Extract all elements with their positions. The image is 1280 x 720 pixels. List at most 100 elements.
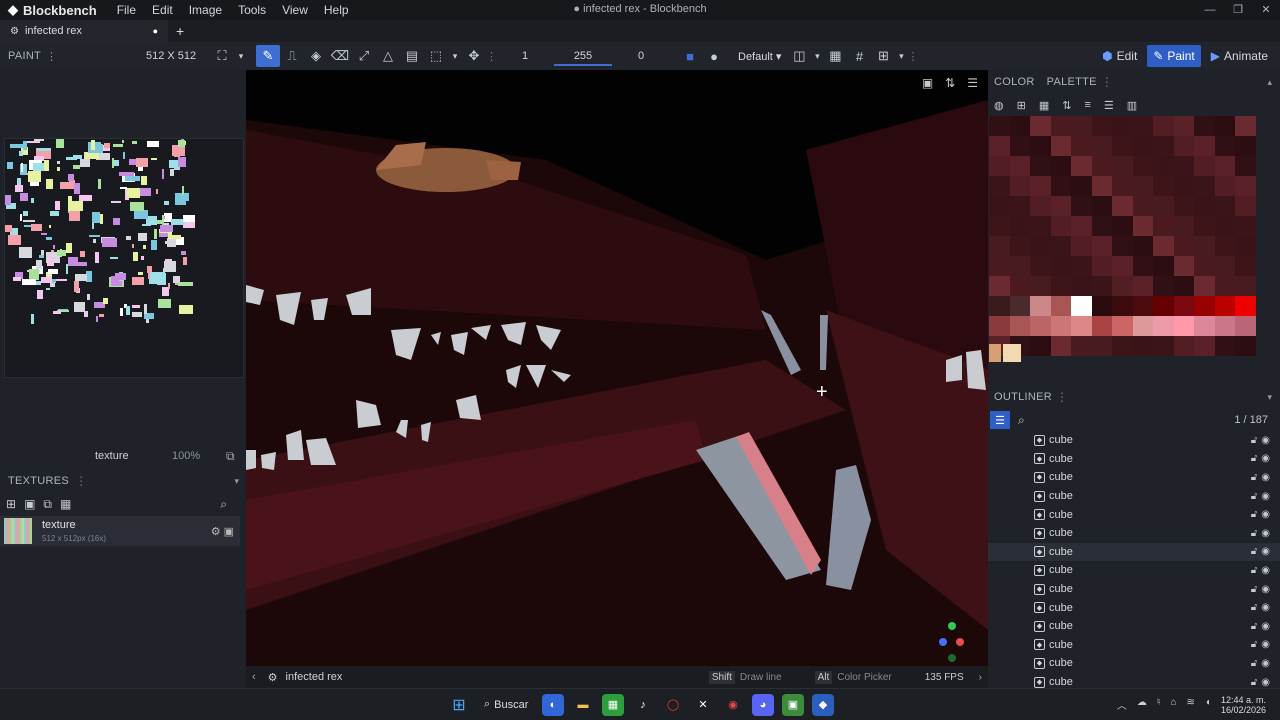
color-swatch[interactable] xyxy=(989,236,1010,256)
color-swatch[interactable] xyxy=(1030,116,1051,136)
add-color-icon[interactable]: ⊞ xyxy=(1017,99,1026,112)
brush-tool-icon[interactable]: ✎ xyxy=(256,45,280,67)
color-swatch[interactable] xyxy=(1071,336,1092,356)
color-swatch[interactable] xyxy=(1112,216,1133,236)
color-swatch[interactable] xyxy=(1091,316,1112,336)
outliner-item[interactable]: ◆ cube 🔓︎ ◉ xyxy=(988,542,1280,562)
blockbench-taskbar-icon[interactable]: ◆ xyxy=(812,693,834,716)
screenshot-icon[interactable]: ▣ xyxy=(922,76,933,90)
close-icon[interactable]: ✕ xyxy=(1252,0,1280,20)
color-swatch[interactable] xyxy=(1194,256,1215,276)
color-swatch[interactable] xyxy=(1153,256,1174,276)
color-swatch[interactable] xyxy=(1050,296,1071,316)
tray-chevron-up-icon[interactable]: ︿ xyxy=(1117,697,1127,712)
color-swatch[interactable] xyxy=(1132,336,1153,356)
taskbar-search[interactable]: ⌕ Buscar xyxy=(484,698,538,711)
color-swatch[interactable] xyxy=(989,176,1010,196)
color-swatch[interactable] xyxy=(1091,116,1112,136)
color-swatch[interactable] xyxy=(1009,116,1030,136)
color-swatch[interactable] xyxy=(1071,236,1092,256)
menu-tools[interactable]: Tools xyxy=(238,3,266,17)
color-swatch[interactable] xyxy=(1173,276,1194,296)
animate-mode-button[interactable]: ▶ Animate xyxy=(1205,45,1274,67)
color-swatch[interactable] xyxy=(1030,216,1051,236)
color-swatch[interactable] xyxy=(1030,316,1051,336)
color-swatch[interactable] xyxy=(1071,256,1092,276)
color-swatch[interactable] xyxy=(1235,136,1256,156)
texture-list-item[interactable]: texture 512 x 512px (16x) ⚙ ▣ xyxy=(0,516,240,546)
chevron-down-icon[interactable]: ▾ xyxy=(811,45,823,67)
menu-dots-icon[interactable]: ⋮ xyxy=(486,50,497,63)
color-swatch[interactable] xyxy=(1235,316,1256,336)
color-swatch[interactable] xyxy=(1009,276,1030,296)
lock-icon[interactable]: 🔓︎ xyxy=(1251,677,1257,688)
color-swatch[interactable] xyxy=(1071,176,1092,196)
uv-editor[interactable] xyxy=(4,138,244,378)
outliner-item[interactable]: ◆ cube 🔓︎ ◉ xyxy=(988,561,1280,580)
color-swatch[interactable] xyxy=(1132,276,1153,296)
color-swatch[interactable] xyxy=(1050,156,1071,176)
menu-image[interactable]: Image xyxy=(189,3,222,17)
list-icon[interactable]: ☰ xyxy=(1104,99,1114,112)
color-swatch[interactable] xyxy=(1030,276,1051,296)
color-swatch[interactable] xyxy=(1112,156,1133,176)
capcut-icon[interactable]: ✕ xyxy=(692,694,714,716)
lock-icon[interactable]: 🔓︎ xyxy=(1251,565,1257,576)
color-swatch[interactable] xyxy=(1112,296,1133,316)
outliner-item[interactable]: ◆ cube 🔓︎ ◉ xyxy=(988,505,1280,524)
color-swatch[interactable] xyxy=(1112,136,1133,156)
eyedropper-icon[interactable]: ⤢ xyxy=(352,45,376,67)
tab-color[interactable]: COLOR xyxy=(994,76,1035,88)
wifi-icon[interactable]: ≋ xyxy=(1187,697,1195,712)
color-swatch[interactable] xyxy=(1214,156,1235,176)
visibility-eye-icon[interactable]: ◉ xyxy=(1261,509,1270,520)
gradient-tool-icon[interactable]: ▤ xyxy=(400,45,424,67)
tab-infected-rex[interactable]: ⚙ infected rex ● xyxy=(0,20,168,42)
color-swatch[interactable] xyxy=(1214,136,1235,156)
tab-palette[interactable]: PALETTE xyxy=(1047,76,1097,88)
visibility-eye-icon[interactable]: ◉ xyxy=(1261,584,1270,595)
outliner-item[interactable]: ◆ cube 🔓︎ ◉ xyxy=(988,636,1280,655)
color-swatch[interactable] xyxy=(1132,116,1153,136)
color-swatch[interactable] xyxy=(1132,316,1153,336)
color-swatch[interactable] xyxy=(1030,296,1051,316)
color-swatch[interactable] xyxy=(1153,136,1174,156)
color-swatch[interactable] xyxy=(1153,116,1174,136)
menu-edit[interactable]: Edit xyxy=(152,3,173,17)
color-swatch[interactable] xyxy=(1173,136,1194,156)
lock-icon[interactable]: 🔓︎ xyxy=(1251,658,1257,669)
color-swatch[interactable] xyxy=(1030,136,1051,156)
layout-icon[interactable]: ⊞ xyxy=(871,45,895,67)
3d-viewport[interactable]: ▣ ⇅ ☰ + xyxy=(246,70,988,666)
chevron-right-icon[interactable]: › xyxy=(979,672,982,683)
color-swatch[interactable] xyxy=(989,116,1010,136)
lock-icon[interactable]: 🔓︎ xyxy=(1251,453,1257,464)
generate-palette-icon[interactable]: ▥ xyxy=(1127,99,1137,112)
chevron-down-icon[interactable]: ▾ xyxy=(234,45,248,67)
lock-icon[interactable]: 🔓︎ xyxy=(1251,491,1257,502)
color-swatch[interactable] xyxy=(1194,316,1215,336)
color-swatch[interactable] xyxy=(1214,216,1235,236)
outliner-item[interactable]: ◆ cube 🔓︎ ◉ xyxy=(988,468,1280,487)
menu-dots-icon[interactable]: ⋮ xyxy=(1056,390,1068,404)
color-swatch[interactable] xyxy=(1050,236,1071,256)
chrome-icon[interactable]: ◉ xyxy=(722,694,744,716)
color-swatch[interactable] xyxy=(1214,296,1235,316)
opacity-input[interactable]: 255 xyxy=(554,46,612,66)
color-swatch[interactable] xyxy=(1214,316,1235,336)
color-swatch[interactable] xyxy=(1132,296,1153,316)
viewport-menu-icon[interactable]: ☰ xyxy=(967,76,978,90)
color-swatch[interactable] xyxy=(1235,156,1256,176)
menu-dots-icon[interactable]: ⋮ xyxy=(907,50,918,63)
color-swatch[interactable] xyxy=(1112,336,1133,356)
color-swatch[interactable] xyxy=(1050,136,1071,156)
lock-icon[interactable]: 🔓︎ xyxy=(1251,472,1257,483)
copilot-icon[interactable]: ◐ xyxy=(542,693,564,716)
color-swatch[interactable] xyxy=(1153,336,1174,356)
color-swatch[interactable] xyxy=(1009,236,1030,256)
outliner-item[interactable]: ◆ cube 🔓︎ ◉ xyxy=(988,654,1280,673)
color-swatch[interactable] xyxy=(1009,196,1030,216)
color-swatch[interactable] xyxy=(1235,256,1256,276)
visibility-eye-icon[interactable]: ◉ xyxy=(1261,565,1270,576)
color-swatch[interactable] xyxy=(1009,316,1030,336)
